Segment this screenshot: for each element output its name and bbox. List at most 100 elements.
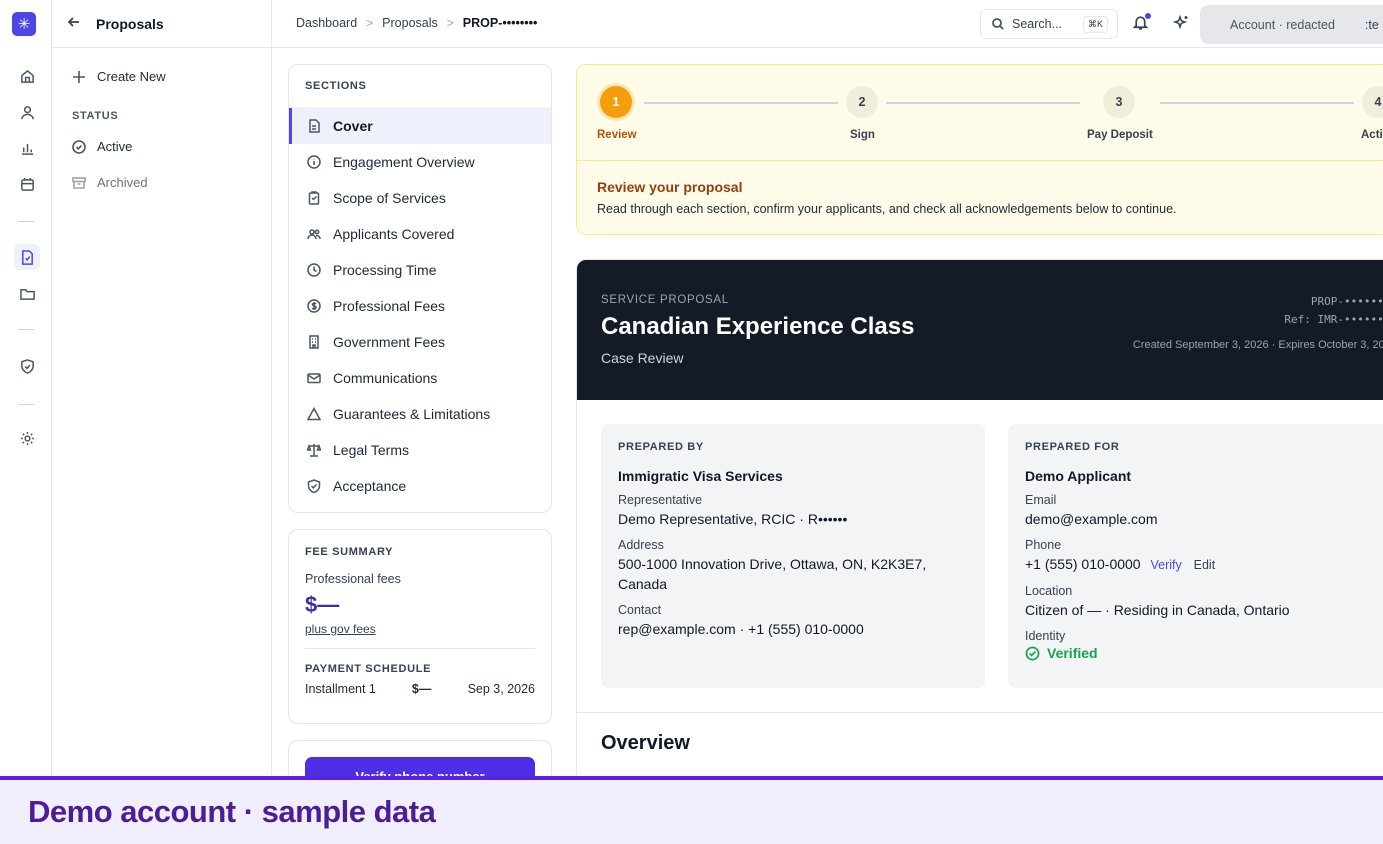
prepared-by-caption: PREPARED BY <box>618 441 704 453</box>
folder-icon[interactable] <box>14 280 40 306</box>
archive-icon <box>72 176 86 189</box>
prepared-by-card: PREPARED BY Immigratic Visa Services Rep… <box>601 424 985 688</box>
step-connector <box>644 102 838 104</box>
section-legal-terms[interactable]: Legal Terms <box>289 432 551 468</box>
notifications-button[interactable] <box>1132 13 1152 34</box>
section-label: Engagement Overview <box>333 154 475 170</box>
phone-row: +1 (555) 010-0000 Verify Edit <box>1025 554 1383 575</box>
warning-triangle-icon <box>307 407 321 421</box>
section-applicants-covered[interactable]: Applicants Covered <box>289 216 551 252</box>
step-2-circle: 2 <box>846 86 878 118</box>
step-1-circle[interactable]: 1 <box>600 86 632 118</box>
clipboard-icon <box>308 191 320 205</box>
verify-phone-link[interactable]: Verify <box>1150 558 1181 572</box>
info-icon <box>307 155 321 169</box>
home-icon[interactable] <box>14 63 40 89</box>
breadcrumb-current: PROP-•••••••• <box>462 16 538 30</box>
step-2-label: Sign <box>850 129 875 141</box>
step-3-circle: 3 <box>1103 86 1135 118</box>
search-input[interactable]: Search... ⌘K <box>980 9 1118 39</box>
create-new-button[interactable]: Create New <box>72 69 166 84</box>
overview-heading: Overview <box>601 732 690 754</box>
icon-rail: ✳ <box>0 0 52 776</box>
shield-check-icon <box>307 479 321 493</box>
search-placeholder: Search... <box>1012 17 1063 31</box>
sections-caption: SECTIONS <box>289 65 551 108</box>
professional-fees-amount: $— <box>305 592 340 617</box>
rail-divider <box>18 221 34 222</box>
gov-fees-link[interactable]: plus gov fees <box>305 622 535 636</box>
app-logo-icon[interactable]: ✳ <box>12 12 36 36</box>
shield-icon[interactable] <box>14 353 40 379</box>
sidebar-header: Proposals <box>52 0 271 48</box>
professional-fees-label: Professional fees <box>305 572 401 586</box>
proposal-subtitle: Case Review <box>601 350 684 366</box>
section-label: Professional Fees <box>333 298 446 314</box>
stepper-track: 1 2 3 4 Review Sign Pay Deposit Acti <box>577 65 1383 161</box>
prepared-for-card: PREPARED FOR Demo Applicant Email demo@e… <box>1008 424 1383 688</box>
step-4-circle: 4 <box>1362 86 1383 118</box>
proposal-document-icon[interactable] <box>14 244 40 270</box>
create-new-label: Create New <box>97 69 166 84</box>
section-label: Legal Terms <box>333 442 410 458</box>
sidebar-item-label: Active <box>97 139 133 154</box>
status-label: STATUS <box>72 110 119 122</box>
scale-icon <box>307 443 321 457</box>
phone-value: +1 (555) 010-0000 <box>1025 556 1141 572</box>
section-communications[interactable]: Communications <box>289 360 551 396</box>
proposal-dates: Created September 3, 2026 · Expires Octo… <box>1132 339 1383 351</box>
ai-assistant-button[interactable] <box>1172 14 1191 33</box>
sidebar-item-active[interactable]: Active <box>72 139 132 154</box>
sidebar-item-archived[interactable]: Archived <box>72 175 148 190</box>
section-cover[interactable]: Cover <box>289 108 551 144</box>
building-icon <box>309 335 319 349</box>
plus-icon <box>73 70 85 83</box>
check-circle-icon <box>1025 646 1040 660</box>
fee-summary-caption: FEE SUMMARY <box>305 546 394 558</box>
address-value: 500-1000 Innovation Drive, Ottawa, ON, K… <box>618 556 927 592</box>
fee-summary-card: FEE SUMMARY Professional fees $— plus go… <box>288 529 552 724</box>
step-connector <box>1160 102 1354 104</box>
breadcrumb-dashboard[interactable]: Dashboard <box>296 16 357 30</box>
section-label: Applicants Covered <box>333 226 455 242</box>
account-menu[interactable]: Account · redacted :te <box>1200 5 1383 44</box>
section-label: Cover <box>333 118 373 134</box>
proposal-refs: PROP-•••••••• Ref: IMR-•••••••• <box>1097 293 1383 329</box>
user-icon[interactable] <box>14 99 40 125</box>
section-label: Processing Time <box>333 262 437 278</box>
document-icon <box>309 119 320 133</box>
proposal-document: SERVICE PROPOSAL Canadian Experience Cla… <box>576 259 1383 799</box>
proposal-title: Canadian Experience Class <box>601 313 915 340</box>
sparkle-icon <box>1172 14 1188 30</box>
location-value: Citizen of — · Residing in Canada, Ontar… <box>1025 602 1290 618</box>
breadcrumb-proposals[interactable]: Proposals <box>382 16 438 30</box>
gear-icon[interactable] <box>14 425 40 451</box>
identity-value: Verified <box>1047 645 1098 661</box>
back-arrow-icon[interactable] <box>67 16 84 32</box>
top-bar: Dashboard > Proposals > PROP-•••••••• Se… <box>272 0 1383 48</box>
rail-divider <box>18 404 34 405</box>
proposal-id: PROP-•••••••• <box>1310 295 1383 308</box>
chart-icon[interactable] <box>14 135 40 161</box>
search-shortcut: ⌘K <box>1082 16 1108 33</box>
users-icon <box>307 229 321 240</box>
mail-icon <box>307 373 321 384</box>
section-guarantees-limitations[interactable]: Guarantees & Limitations <box>289 396 551 432</box>
contact-value: rep@example.com · +1 (555) 010-0000 <box>618 621 864 637</box>
edit-phone-link[interactable]: Edit <box>1194 558 1216 572</box>
rail-divider <box>18 329 34 330</box>
sidebar-title: Proposals <box>96 15 164 32</box>
step-3-label: Pay Deposit <box>1087 129 1153 141</box>
section-processing-time[interactable]: Processing Time <box>289 252 551 288</box>
email-value: demo@example.com <box>1025 511 1158 527</box>
section-engagement-overview[interactable]: Engagement Overview <box>289 144 551 180</box>
section-professional-fees[interactable]: Professional Fees <box>289 288 551 324</box>
progress-stepper: 1 2 3 4 Review Sign Pay Deposit Acti Rev… <box>576 64 1383 235</box>
calendar-icon[interactable] <box>14 171 40 197</box>
section-scope-of-services[interactable]: Scope of Services <box>289 180 551 216</box>
search-icon <box>992 18 1004 30</box>
section-government-fees[interactable]: Government Fees <box>289 324 551 360</box>
section-acceptance[interactable]: Acceptance <box>289 468 551 504</box>
section-label: Guarantees & Limitations <box>333 406 491 422</box>
installment-row: Installment 1 $— Sep 3, 2026 <box>305 682 535 696</box>
